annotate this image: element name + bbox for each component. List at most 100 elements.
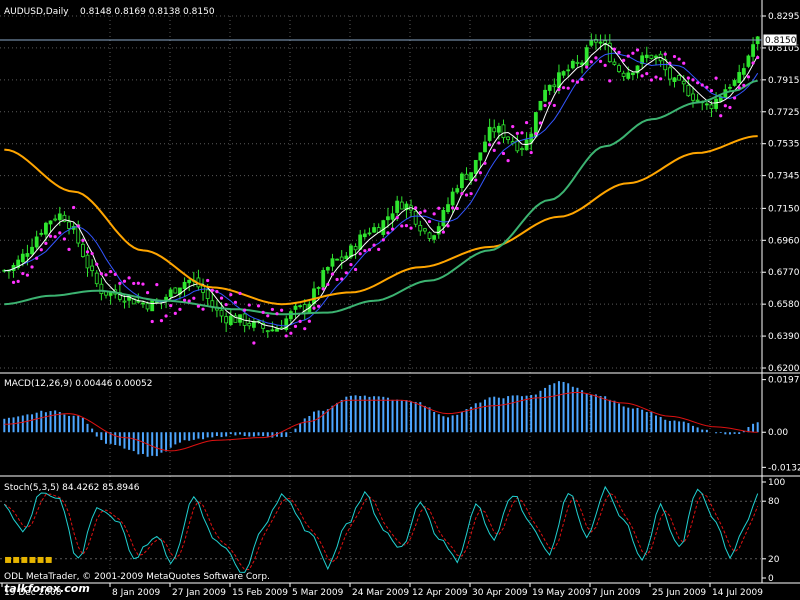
parabolic-sar-dot [598,59,603,63]
parabolic-sar-dot [187,299,191,303]
price-tick-label: 0.7150 [768,204,800,214]
candle-body [704,103,709,106]
candle-body [732,80,737,86]
parabolic-sar-dot [659,77,663,81]
parabolic-sar-dot [113,272,117,276]
parabolic-sar-dot [48,234,53,238]
sma_slow-line [4,79,758,316]
parabolic-sar-dot [62,237,66,241]
parabolic-sar-dot [145,290,150,295]
parabolic-sar-dot [668,61,672,65]
parabolic-sar-dot [16,279,20,284]
candle-body [621,72,626,77]
parabolic-sar-dot [506,159,510,163]
parabolic-sar-dot [497,141,501,145]
candle-body [381,220,386,235]
parabolic-sar-dot [363,249,367,253]
price-tick-label: 0.8295 [768,12,800,22]
parabolic-sar-dot [732,96,737,100]
parabolic-sar-dot [99,272,103,276]
parabolic-sar-dot [654,75,658,79]
candle-body [390,213,395,220]
candle-body [644,54,649,59]
parabolic-sar-dot [118,281,122,285]
parabolic-sar-dot [349,262,353,267]
candle-body [728,86,732,89]
parabolic-sar-dot [691,78,695,82]
parabolic-sar-dot [307,319,311,323]
parabolic-sar-dot [520,131,524,135]
parabolic-sar-dot [423,209,427,213]
parabolic-sar-dot [640,74,644,78]
candle-body [552,84,557,88]
parabolic-sar-dot [312,306,316,310]
time-tick-label: 27 Jan 2009 [172,588,226,598]
candle-body [654,55,658,59]
parabolic-sar-dot [372,243,376,247]
candle-body [150,300,155,312]
price-tick-label: 0.7345 [768,172,800,182]
parabolic-sar-dot [524,120,529,125]
time-tick-label: 7 Jun 2009 [592,588,641,598]
parabolic-sar-dot [122,279,127,283]
candle-body [570,60,575,69]
parabolic-sar-dot [224,302,228,307]
parabolic-sar-dot [543,103,547,108]
candle-body [164,296,168,300]
candle-body [496,125,501,133]
candle-body [39,232,44,235]
parabolic-sar-dot [756,55,760,60]
parabolic-sar-dot [298,319,302,323]
price-tick-label: 0.6200 [768,364,800,374]
candle-body [136,300,141,303]
parabolic-sar-dot [30,265,34,269]
candle-body [686,84,691,97]
candle-body [681,80,686,85]
parabolic-sar-dot [566,86,570,90]
candle-body [20,253,25,263]
parabolic-sar-dot [409,226,413,230]
candle-body [547,84,552,91]
parabolic-sar-dot [243,308,247,312]
candle-body [275,328,279,332]
chart-area[interactable]: AUDUSD,Daily 0.8148 0.8169 0.8138 0.8150… [0,0,800,600]
price-tick-label: 0.6580 [768,300,800,310]
macd-tick-label: -0.0132 [768,463,800,473]
parabolic-sar-dot [247,303,251,307]
candle-body [455,188,460,193]
candle-body [335,258,339,261]
stoch-axis: 100 80 20 0 [762,478,785,584]
parabolic-sar-dot [35,256,39,260]
candle-body [386,216,390,221]
parabolic-sar-dot [215,290,219,294]
sma-fast-line [4,42,759,330]
parabolic-sar-dot [238,291,242,295]
candle-body [501,124,506,139]
candle-body [34,236,39,248]
parabolic-sar-dot [474,178,478,182]
candle-body [173,287,178,294]
sma_long-line [4,135,758,306]
candle-body [630,72,635,76]
parabolic-sar-dot [395,216,399,220]
ohlc-readout: 0.8148 0.8169 0.8138 0.8150 [80,7,215,17]
candle-body [358,234,363,250]
parabolic-sar-dot [538,121,543,125]
parabolic-sar-dot [603,63,607,68]
parabolic-sar-dot [742,83,746,87]
parabolic-sar-dot [284,334,288,338]
parabolic-sar-dot [39,248,43,252]
parabolic-sar-dot [437,206,441,210]
stoch-tick-label: 100 [768,478,785,488]
stoch-tick-label: 20 [768,555,780,565]
parabolic-sar-dot [418,211,422,215]
parabolic-sar-dot [529,150,533,155]
parabolic-sar-dot [575,80,580,84]
candle-body [543,89,547,102]
parabolic-sar-dot [404,224,409,228]
parabolic-sar-dot [552,103,556,108]
parabolic-sar-dot [326,282,330,287]
candle-body [575,61,580,64]
candle-body [205,289,210,299]
parabolic-sar-dot [672,54,677,59]
